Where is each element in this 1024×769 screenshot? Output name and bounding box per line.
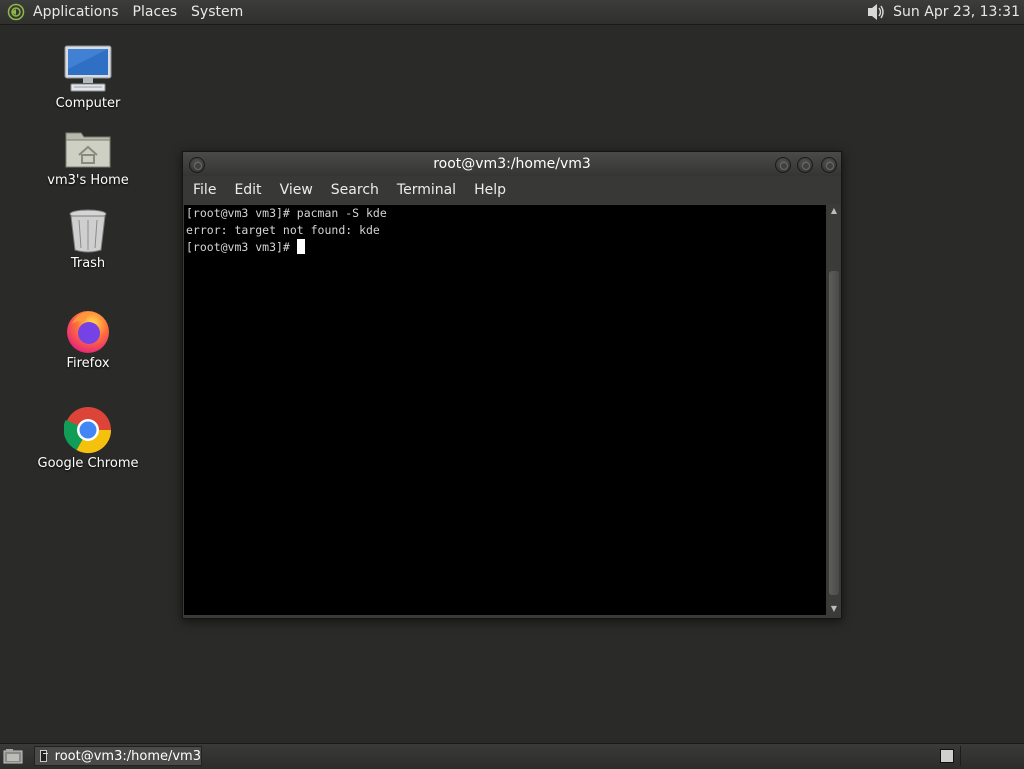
window-menu-button[interactable] xyxy=(189,157,205,173)
menu-file[interactable]: File xyxy=(187,182,222,198)
scrollbar-thumb[interactable] xyxy=(829,271,839,595)
desktop-icon-home[interactable]: vm3's Home xyxy=(33,127,143,188)
terminal-window[interactable]: root@vm3:/home/vm3 File Edit View Search… xyxy=(182,151,842,619)
scroll-up-arrow-icon[interactable]: ▲ xyxy=(828,205,840,217)
terminal-line: [root@vm3 vm3]# pacman -S kde xyxy=(186,206,387,220)
terminal-prompt-line[interactable]: [root@vm3 vm3]# xyxy=(186,239,826,256)
terminal-output[interactable]: [root@vm3 vm3]# pacman -S kde error: tar… xyxy=(184,205,826,615)
desktop-icon-chrome[interactable]: Google Chrome xyxy=(33,406,143,471)
menu-edit[interactable]: Edit xyxy=(228,182,267,198)
menu-help[interactable]: Help xyxy=(468,182,512,198)
desktop-icon-label: Google Chrome xyxy=(37,456,139,471)
firefox-icon xyxy=(67,311,109,353)
show-desktop-icon[interactable] xyxy=(3,748,23,764)
taskbar-label: root@vm3:/home/vm3 xyxy=(54,748,201,764)
home-folder-icon xyxy=(65,132,111,168)
trash-icon xyxy=(69,209,107,253)
terminal-scrollbar[interactable]: ▲ ▼ xyxy=(828,205,840,615)
menu-view[interactable]: View xyxy=(274,182,319,198)
desktop-icon-trash[interactable]: Trash xyxy=(33,208,143,271)
applications-menu[interactable]: Applications xyxy=(33,4,119,20)
text-cursor xyxy=(296,239,305,254)
terminal-line: error: target not found: kde xyxy=(186,223,380,237)
volume-icon[interactable] xyxy=(865,1,887,23)
window-title: root@vm3:/home/vm3 xyxy=(433,156,591,172)
system-menu[interactable]: System xyxy=(191,4,243,20)
desktop-icon-label: Trash xyxy=(70,256,106,271)
desktop-icon-computer[interactable]: Computer xyxy=(33,44,143,111)
chrome-icon xyxy=(64,407,112,454)
scroll-down-arrow-icon[interactable]: ▼ xyxy=(828,603,840,615)
desktop-icon-label: Computer xyxy=(55,96,121,111)
clock[interactable]: Sun Apr 23, 13:31 xyxy=(893,4,1020,20)
places-menu[interactable]: Places xyxy=(133,4,178,20)
minimize-button[interactable] xyxy=(775,157,791,173)
distro-logo-icon[interactable] xyxy=(7,3,25,21)
terminal-prompt: [root@vm3 vm3]# xyxy=(186,240,297,254)
workspace-1-switcher[interactable] xyxy=(940,749,954,763)
top-panel: Applications Places System Sun Apr 23, 1… xyxy=(0,0,1024,25)
maximize-button[interactable] xyxy=(797,157,813,173)
close-button[interactable] xyxy=(821,157,837,173)
computer-icon xyxy=(64,45,112,92)
desktop-icon-label: vm3's Home xyxy=(47,173,129,188)
desktop-icon-firefox[interactable]: Firefox xyxy=(33,306,143,371)
menu-search[interactable]: Search xyxy=(325,182,385,198)
terminal-titlebar[interactable]: root@vm3:/home/vm3 xyxy=(183,152,841,176)
desktop-icon-label: Firefox xyxy=(66,356,110,371)
bottom-panel: root@vm3:/home/vm3 xyxy=(0,743,1024,769)
terminal-icon xyxy=(40,750,48,762)
terminal-menubar: File Edit View Search Terminal Help xyxy=(183,176,841,204)
workspace-2-switcher[interactable] xyxy=(960,746,1021,766)
menu-terminal[interactable]: Terminal xyxy=(391,182,462,198)
taskbar-terminal-button[interactable]: root@vm3:/home/vm3 xyxy=(34,746,202,766)
